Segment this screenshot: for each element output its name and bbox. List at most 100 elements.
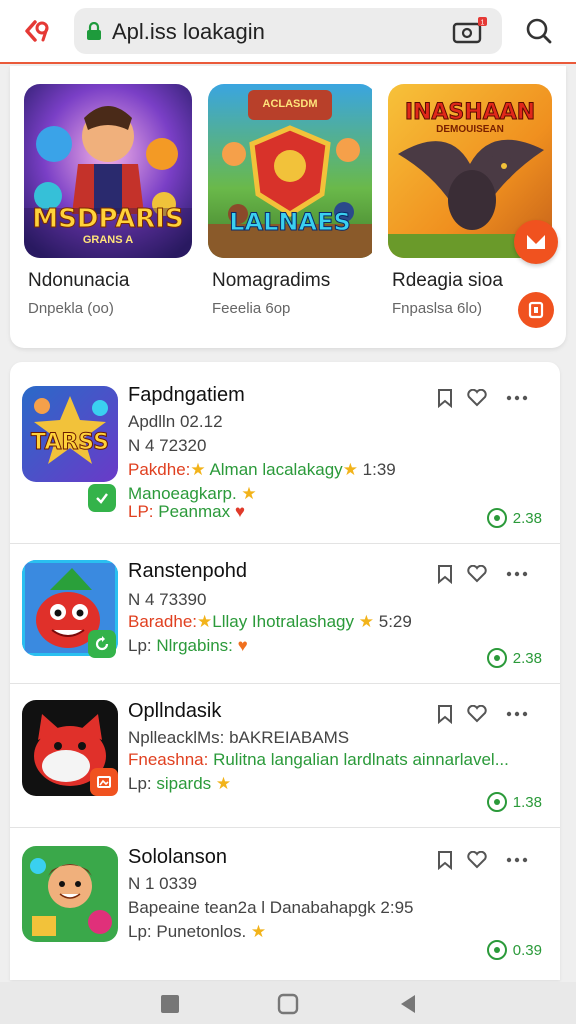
game-version: Apdlln 02.12 [128, 412, 223, 431]
game-icon-text: TARSS [31, 430, 110, 456]
check-icon [96, 493, 108, 504]
download-size: 2.38 [512, 649, 542, 667]
more-button[interactable] [504, 702, 530, 726]
lp-text: sipards [156, 774, 212, 793]
favorite-button[interactable] [466, 848, 488, 872]
game-package-line: Baradhe:★Lllay Ihotralashagy ★ 5:29 [128, 612, 412, 632]
download-size: 0.39 [512, 941, 542, 959]
nav-back-button[interactable] [396, 992, 420, 1016]
bookmark-button[interactable] [434, 386, 456, 410]
list-item[interactable]: Ranstenpohd N 4 73390 Baradhe:★Lllay Iho… [10, 544, 560, 684]
game-build: N 4 72320 [128, 436, 207, 455]
more-button[interactable] [504, 848, 530, 872]
package-value: 1:39 [362, 460, 396, 479]
featured-game-card[interactable]: INASHAAN DEMOUISEAN Rdeagia sioa Fnpasls… [388, 84, 558, 328]
list-item[interactable]: TARSS Fapdngatiem Apdlln 02.12 N 4 72320… [10, 362, 560, 544]
back-icon [25, 20, 49, 42]
game-icon: TARSS [22, 386, 118, 482]
nav-recent-button[interactable] [158, 992, 182, 1016]
package-text: Lllay Ihotralashagy [212, 612, 355, 631]
bookmark-icon [438, 851, 452, 870]
item-actions [434, 562, 544, 586]
address-text: Apl.iss loakagin [112, 19, 265, 44]
favorite-button[interactable] [466, 702, 488, 726]
game-list: TARSS Fapdngatiem Apdlln 02.12 N 4 72320… [10, 362, 560, 980]
bookmark-button[interactable] [434, 702, 456, 726]
system-navigation-bar [0, 982, 576, 1024]
image-icon [97, 776, 111, 788]
more-button[interactable] [504, 562, 530, 586]
game-lp-line: LP: Peanmax ♥ [128, 502, 245, 522]
featured-game-art: MSDPARIS GRANS A [24, 84, 192, 258]
bookmark-button[interactable] [434, 562, 456, 586]
lp-prefix: Lp: [128, 922, 152, 941]
star-icon: ★ [197, 612, 213, 631]
game-title: Fapdngatiem [128, 384, 245, 406]
bookmark-icon [438, 565, 452, 584]
address-bar[interactable]: Apl.iss loakagin 1 [74, 8, 502, 54]
package-text: Bapeaine tean2a l Danabahapgk [128, 898, 376, 917]
more-icon [506, 711, 528, 717]
download-indicator[interactable]: 0.39 [486, 940, 542, 960]
star-icon: ★ [358, 612, 374, 631]
open-app-icon [528, 301, 544, 319]
search-button[interactable] [522, 14, 556, 48]
favorite-button[interactable] [466, 562, 488, 586]
game-title: Ranstenpohd [128, 560, 247, 582]
game-package-line: Pakdhe:★ Alman lacalakagy★ 1:39 [128, 460, 396, 480]
heart-icon: ♥ [234, 502, 245, 521]
shield-icon [527, 235, 545, 249]
tab-switcher-button[interactable]: 1 [452, 16, 488, 46]
featured-game-title: Ndonunacia [28, 270, 130, 291]
package-text: Alman lacalakagy [209, 460, 343, 479]
more-icon [506, 571, 528, 577]
download-indicator[interactable]: 2.38 [486, 648, 542, 668]
refresh-icon [95, 636, 109, 651]
featured-art-title: MSDPARIS [32, 204, 184, 235]
star-icon: ★ [250, 922, 267, 941]
lock-icon [87, 22, 101, 40]
open-app-button[interactable] [518, 292, 554, 328]
lp-text: Punetonlos. [156, 922, 247, 941]
star-icon: ★ [241, 484, 257, 503]
list-item[interactable]: Opllndasik NplleacklMs: bAKREIABAMS Fnea… [10, 684, 560, 828]
heart-icon: ♥ [237, 636, 248, 655]
game-lp-line: Lp: Nlrgabins: ♥ [128, 636, 248, 656]
download-indicator[interactable]: 1.38 [486, 792, 542, 812]
back-button[interactable] [18, 14, 54, 48]
nav-recent-icon [161, 995, 179, 1013]
more-icon [506, 395, 528, 401]
heart-outline-icon [467, 565, 487, 583]
star-icon: ★ [342, 460, 358, 479]
bookmark-icon [438, 705, 452, 724]
item-actions [434, 702, 544, 726]
featured-games-carousel: MSDPARIS GRANS A Ndonunacia Dnpekla (oo) [10, 66, 566, 348]
game-package-line: Bapeaine tean2a l Danabahapgk 2:95 [128, 898, 413, 918]
download-icon [486, 508, 507, 528]
heart-outline-icon [467, 851, 487, 869]
featured-action-badge[interactable] [514, 220, 558, 264]
package-label: Baradhe: [128, 612, 197, 631]
download-icon [486, 648, 507, 668]
list-item[interactable]: Sololanson N 1 0339 Bapeaine tean2a l Da… [10, 828, 560, 980]
download-indicator[interactable]: 2.38 [486, 508, 542, 528]
featured-game-card[interactable]: MSDPARIS GRANS A Ndonunacia Dnpekla (oo) [24, 84, 194, 324]
lp-text: Nlrgabins: [156, 636, 233, 655]
bookmark-button[interactable] [434, 848, 456, 872]
nav-home-button[interactable] [276, 992, 300, 1016]
featured-game-card[interactable]: LALNAES ACLASDM Nomagradims Feeelia 6op [208, 84, 378, 324]
item-actions [434, 848, 544, 872]
package-label: Pakdhe: [128, 460, 191, 479]
heart-outline-icon [467, 389, 487, 407]
more-button[interactable] [504, 386, 530, 410]
featured-art-subtitle: GRANS A [82, 234, 134, 246]
package-text: Rulitna langalian lardlnats ainnarlavel.… [213, 750, 509, 769]
lp-text: Peanmax [158, 502, 231, 521]
featured-art-subtitle: DEMOUISEAN [436, 124, 504, 135]
verified-badge [88, 630, 116, 658]
lp-prefix: Lp: [128, 774, 152, 793]
search-icon [526, 18, 552, 44]
item-actions [434, 386, 544, 410]
game-lp-line: Lp: Punetonlos. ★ [128, 922, 266, 942]
favorite-button[interactable] [466, 386, 488, 410]
